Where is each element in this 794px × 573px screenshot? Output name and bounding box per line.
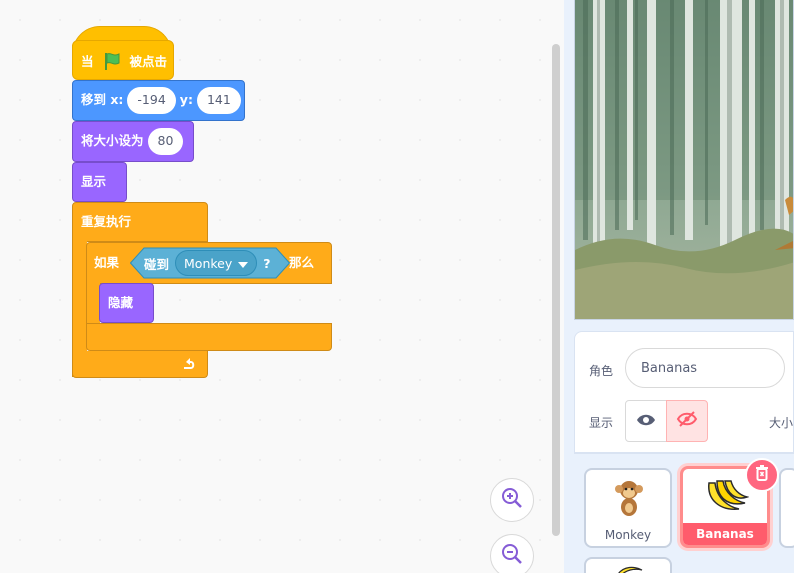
show-toggle-label: 显示: [589, 416, 614, 430]
x-value-input[interactable]: -194: [127, 87, 176, 114]
when-flag-clicked-block[interactable]: 当 被点击: [72, 40, 174, 80]
forever-block[interactable]: 重复执行: [72, 202, 208, 242]
hide-label: 隐藏: [108, 294, 134, 310]
sprite-tile-partial-row2[interactable]: [584, 557, 672, 573]
banana-icon: [703, 477, 750, 521]
sprite-tile-label: Monkey: [604, 528, 652, 542]
sprite-tile-monkey[interactable]: Monkey: [584, 468, 672, 548]
set-size-block[interactable]: 将大小设为 80: [72, 121, 194, 162]
touching-block[interactable]: 碰到 Monkey ?: [130, 247, 290, 279]
goto-label: 移到 x:: [81, 92, 124, 108]
forever-label: 重复执行: [81, 213, 132, 229]
hide-sprite-button[interactable]: [666, 400, 708, 442]
zoom-out-button[interactable]: [490, 534, 534, 573]
y-label: y:: [179, 92, 193, 108]
zoom-in-button[interactable]: [490, 478, 534, 522]
if-block-arm: [86, 283, 100, 325]
trash-icon: [754, 464, 770, 486]
eye-icon: [636, 412, 656, 431]
eye-slash-icon: [676, 410, 698, 432]
sprite-tile-label: Bananas: [683, 523, 767, 545]
monkey-icon: [612, 478, 646, 522]
show-sprite-button[interactable]: [625, 400, 667, 442]
touching-label: 碰到: [144, 256, 170, 272]
dropdown-arrow-icon: [238, 256, 249, 271]
touching-target-value: Monkey: [184, 255, 233, 271]
touching-question-mark: ?: [263, 255, 271, 271]
stage-canvas[interactable]: [574, 0, 794, 320]
size-label: 大小: [769, 416, 794, 430]
hide-block[interactable]: 隐藏: [99, 283, 154, 323]
show-block[interactable]: 显示: [72, 162, 127, 202]
loop-arrow-icon: [181, 356, 197, 373]
if-label: 如果: [94, 254, 120, 270]
zoom-in-icon: [500, 486, 524, 514]
sprite-tile-partial[interactable]: [779, 468, 794, 548]
set-size-label: 将大小设为: [81, 133, 144, 149]
sprite-name-input[interactable]: [625, 348, 785, 388]
show-label: 显示: [81, 173, 107, 189]
delete-sprite-button[interactable]: [745, 458, 779, 492]
hat-label-when: 当: [81, 53, 94, 69]
then-label: 那么: [289, 254, 315, 270]
size-value-input[interactable]: 80: [147, 128, 184, 155]
workspace-scrollbar[interactable]: [552, 44, 560, 536]
sprite-name-label: 角色: [589, 364, 614, 378]
hat-label-clicked: 被点击: [129, 53, 168, 69]
y-value-input[interactable]: 141: [196, 87, 241, 114]
go-to-xy-block[interactable]: 移到 x: -194 y: 141: [72, 80, 245, 121]
forest-backdrop-image: [575, 0, 793, 319]
sprite-info-panel: 角色 显示 大小: [574, 331, 794, 453]
touching-target-dropdown[interactable]: Monkey: [175, 250, 258, 276]
green-flag-icon: [102, 51, 122, 74]
forever-block-bottom[interactable]: [72, 351, 208, 378]
if-block-bottom[interactable]: [86, 323, 332, 351]
zoom-out-icon: [500, 542, 524, 570]
code-workspace[interactable]: 当 被点击 移到 x: -194 y: 141 将大小设为 80 显示 重复执行…: [0, 0, 564, 573]
banana-icon: [614, 563, 644, 573]
